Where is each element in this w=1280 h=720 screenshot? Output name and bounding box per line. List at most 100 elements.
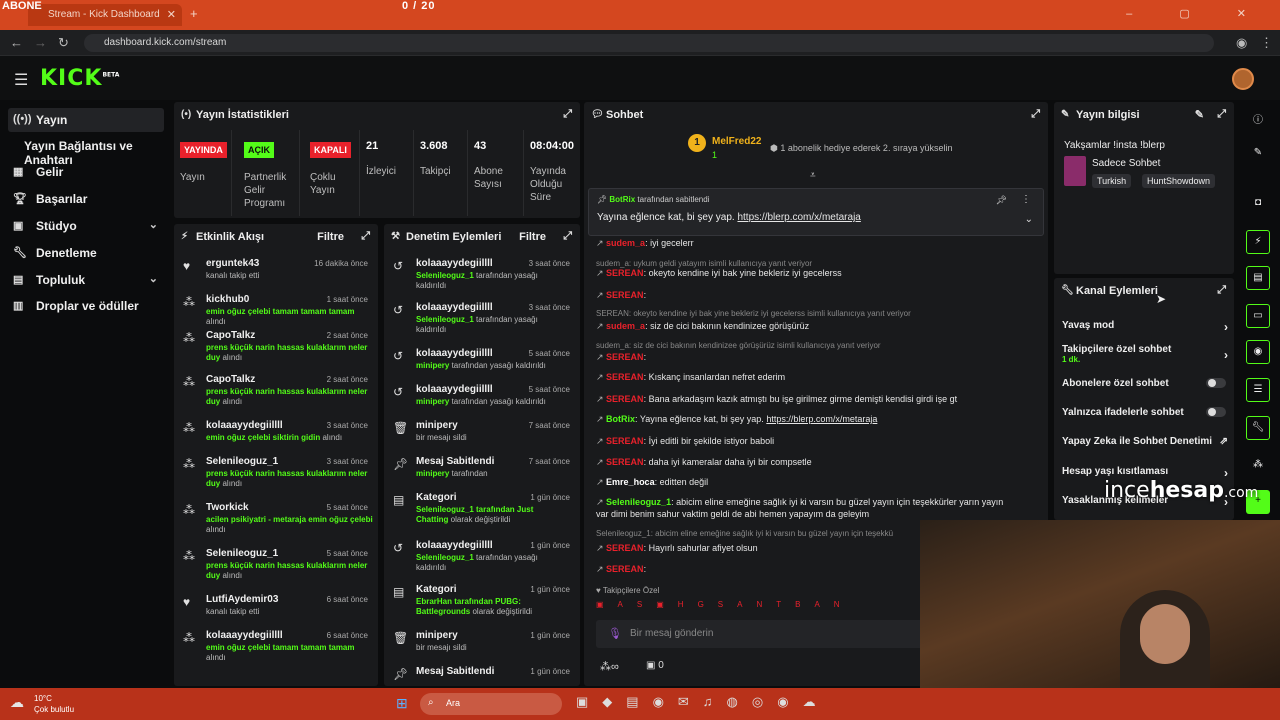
- activity-user[interactable]: CapoTalkz: [206, 330, 255, 341]
- activity-user[interactable]: erguntek43: [206, 258, 259, 269]
- user-avatar[interactable]: [1232, 68, 1254, 90]
- sidebar-item-stream-key[interactable]: Yayın Bağlantısı ve Anahtarı: [8, 134, 178, 167]
- sidebar-item-denetleme[interactable]: 🔧︎ Denetleme: [8, 241, 164, 265]
- tag-chip[interactable]: HuntShowdown: [1142, 174, 1216, 188]
- pinned-by-user[interactable]: BotRix: [609, 195, 635, 204]
- url-field[interactable]: dashboard.kick.com/stream: [84, 34, 1214, 52]
- chat-username[interactable]: SEREAN: [606, 564, 644, 574]
- chat-username[interactable]: SEREAN: [606, 352, 644, 362]
- back-icon[interactable]: ←: [10, 35, 23, 50]
- chat-message[interactable]: ↗ Selenileoguz_1: abicim eline emeğine s…: [596, 497, 1036, 508]
- edit-icon[interactable]: ✎: [1246, 142, 1270, 166]
- chat-username[interactable]: SEREAN: [606, 457, 644, 467]
- moderation-target[interactable]: kolaaayydegiillll: [416, 384, 493, 395]
- windows-start-icon[interactable]: ⊞: [396, 695, 408, 712]
- slow-mode-row[interactable]: Yavaş mod ›: [1062, 320, 1228, 334]
- expand-icon[interactable]: ⤢: [563, 108, 572, 121]
- moderation-icon[interactable]: ☰: [1246, 378, 1270, 402]
- chat-username[interactable]: SEREAN: [606, 543, 644, 553]
- top-gifter-name[interactable]: MelFred22: [712, 136, 761, 147]
- activity-user[interactable]: Selenileoguz_1: [206, 548, 278, 559]
- followers-only-row[interactable]: Takipçilere özel sohbet 1 dk. ›: [1062, 344, 1228, 364]
- unpin-icon[interactable]: 📌︎: [996, 195, 1007, 206]
- taskbar-pinned-apps[interactable]: ▣◆▤◉✉♫◍◎◉☁︎: [576, 694, 830, 710]
- activity-user[interactable]: kolaaayydegiillll: [206, 420, 283, 431]
- chat-username[interactable]: sudem_a: [606, 238, 645, 248]
- sidebar-item-yayin[interactable]: ((•)) Yayın: [8, 108, 164, 132]
- chat-message[interactable]: ↗ sudem_a: iyi gecelerr: [596, 238, 1036, 249]
- activity-user[interactable]: Selenileoguz_1: [206, 456, 278, 467]
- chat-username[interactable]: SEREAN: [606, 394, 644, 404]
- moderation-target[interactable]: Kategori: [416, 584, 457, 595]
- tag-chip[interactable]: Turkish: [1092, 174, 1132, 188]
- more-options-icon[interactable]: ⋮: [1021, 194, 1031, 205]
- profile-icon[interactable]: ◉: [1236, 35, 1247, 51]
- forward-icon[interactable]: →: [34, 35, 47, 50]
- browser-menu-icon[interactable]: ⋮: [1260, 35, 1273, 51]
- chat-username[interactable]: Emre_hoca: [606, 477, 655, 487]
- chat-message[interactable]: sudem_a: siz de cici bakının kendinizee …: [596, 340, 1036, 350]
- stream-category[interactable]: Sadece Sohbet: [1092, 158, 1160, 169]
- chat-username[interactable]: SEREAN: [606, 290, 644, 300]
- account-age-row[interactable]: Hesap yaşı kısıtlaması ›: [1062, 466, 1228, 480]
- chat-username[interactable]: BotRix: [606, 414, 635, 424]
- kick-logo[interactable]: KICKBETA: [40, 66, 119, 91]
- connection-icon[interactable]: ⁂∞: [600, 660, 619, 673]
- chat-message[interactable]: ↗ Emre_hoca: editten değil: [596, 477, 1036, 488]
- sidebar-item-droplar[interactable]: ▥ Droplar ve ödüller: [8, 294, 164, 318]
- wrench-icon[interactable]: 🔧︎: [1246, 416, 1270, 440]
- expand-icon[interactable]: ⤢: [1031, 108, 1040, 121]
- new-tab-icon[interactable]: +: [190, 6, 198, 21]
- moderation-target[interactable]: kolaaayydegiillll: [416, 302, 493, 313]
- ai-moderation-row[interactable]: Yapay Zeka ile Sohbet Denetimi ⇗: [1062, 436, 1228, 447]
- sidebar-item-topluluk[interactable]: ▤ Topluluk ⌄: [8, 268, 164, 292]
- lightning-icon[interactable]: ⚡︎: [1246, 230, 1270, 254]
- emotes-only-toggle[interactable]: [1206, 407, 1226, 417]
- moderation-target[interactable]: minipery: [416, 420, 458, 431]
- moderation-target[interactable]: Mesaj Sabitlendi: [416, 456, 494, 467]
- chat-message[interactable]: ↗ SEREAN: okeyto kendine iyi bak yine be…: [596, 268, 1036, 279]
- chat-username[interactable]: Selenileoguz_1: [606, 497, 671, 507]
- moderation-target[interactable]: minipery: [416, 630, 458, 641]
- chat-message[interactable]: ↗ SEREAN: daha iyi kameralar daha iyi bi…: [596, 457, 1036, 468]
- expand-icon[interactable]: ⤢: [1217, 108, 1226, 121]
- collapse-icon[interactable]: ⩡: [810, 170, 816, 181]
- broadcast-icon[interactable]: ◉: [1246, 340, 1270, 364]
- chat-username[interactable]: sudem_a: [606, 321, 645, 331]
- sidebar-item-basarilar[interactable]: 🏆︎ Başarılar: [8, 187, 164, 211]
- chat-message[interactable]: ↗ SEREAN: Bana arkadaşım kazık atmıştı b…: [596, 394, 1036, 405]
- subscribers-only-toggle[interactable]: [1206, 378, 1226, 388]
- window-controls[interactable]: – ▢ ✕: [1126, 7, 1268, 20]
- filter-button[interactable]: Filtre: [317, 231, 344, 243]
- recent-chatters-row[interactable]: ▣AS▣HGSANTBAN: [596, 600, 896, 614]
- community-icon[interactable]: ⁂: [1246, 454, 1270, 478]
- browser-tab[interactable]: Stream - Kick Dashboard ✕: [28, 4, 182, 26]
- mic-icon[interactable]: 🎙︎: [608, 627, 622, 640]
- chat-username[interactable]: SEREAN: [606, 436, 644, 446]
- activity-user[interactable]: LutfiAydemir03: [206, 594, 278, 605]
- chevron-down-icon[interactable]: ⌄: [1025, 214, 1033, 225]
- chat-message[interactable]: ↗ BotRix: Yayına eğlence kat, bi şey yap…: [596, 414, 1036, 425]
- chat-message[interactable]: var dimi benim sahur vaktim geldi de abi…: [596, 509, 1036, 519]
- activity-user[interactable]: Tworkick: [206, 502, 249, 513]
- moderation-target[interactable]: kolaaayydegiillll: [416, 258, 493, 269]
- sidebar-item-studyo[interactable]: ▣ Stüdyo ⌄: [8, 214, 164, 238]
- edit-pencil-icon[interactable]: ✎: [1195, 108, 1204, 121]
- chat-message[interactable]: ↗ SEREAN: Kıskanç insanlardan nefret ede…: [596, 372, 1036, 383]
- taskbar-search[interactable]: ⌕ Ara: [420, 693, 562, 715]
- chat-message[interactable]: sudem_a: uykum geldi yatayım isimli kull…: [596, 258, 1036, 268]
- info-icon[interactable]: ⓘ: [1246, 106, 1270, 130]
- chat-message[interactable]: ↗ SEREAN:: [596, 352, 1036, 363]
- filter-button[interactable]: Filtre: [519, 231, 546, 243]
- points-widget[interactable]: ▣ 0: [646, 660, 664, 671]
- expand-icon[interactable]: ⤢: [563, 230, 572, 243]
- layout-icon[interactable]: ◘: [1246, 192, 1270, 216]
- moderation-target[interactable]: Mesaj Sabitlendi: [416, 666, 494, 677]
- expand-icon[interactable]: ⤢: [1217, 284, 1226, 297]
- activity-user[interactable]: kolaaayydegiillll: [206, 630, 283, 641]
- chat-username[interactable]: SEREAN: [606, 268, 644, 278]
- menu-hamburger-icon[interactable]: ☰: [14, 70, 28, 90]
- moderation-target[interactable]: Kategori: [416, 492, 457, 503]
- reload-icon[interactable]: ↻: [58, 35, 69, 51]
- chat-message[interactable]: ↗ SEREAN: İyi editli bir şekilde istiyor…: [596, 436, 1036, 447]
